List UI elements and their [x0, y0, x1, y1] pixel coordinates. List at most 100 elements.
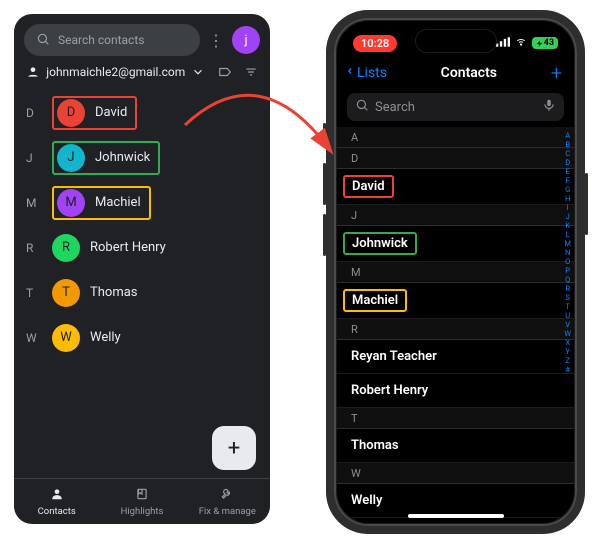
person-icon	[26, 64, 40, 80]
label-icon[interactable]	[218, 64, 232, 80]
search-placeholder: Search contacts	[58, 33, 144, 47]
contact-row[interactable]: Welly	[337, 484, 574, 518]
contact-avatar-chip: J	[57, 144, 85, 172]
search-input[interactable]: Search	[347, 93, 564, 121]
contact-avatar-chip: R	[52, 234, 80, 262]
index-letter[interactable]: F	[564, 176, 571, 185]
nav-label: Contacts	[38, 506, 76, 517]
index-letter[interactable]: T	[564, 302, 571, 311]
add-contact-fab[interactable]: +	[212, 426, 256, 470]
index-letter[interactable]: U	[564, 311, 571, 320]
index-letter[interactable]: B	[564, 140, 571, 149]
android-contacts-list: DDDavidJJJohnwickMMMachielRRRobert Henry…	[14, 90, 270, 478]
search-icon	[355, 98, 369, 116]
section-letter: J	[26, 151, 42, 165]
contact-row[interactable]: Johnwick	[337, 226, 574, 262]
index-letter[interactable]: E	[564, 167, 571, 176]
contact-row[interactable]: Robert Henry	[337, 374, 574, 408]
person-filled-icon	[50, 487, 64, 504]
mic-icon[interactable]	[542, 98, 556, 116]
index-letter[interactable]: G	[564, 185, 571, 194]
section-header: D	[337, 148, 574, 169]
back-button[interactable]: Lists	[345, 63, 387, 83]
section-letter: T	[26, 286, 42, 300]
home-indicator[interactable]	[408, 514, 504, 518]
nav-label: Highlights	[121, 506, 164, 517]
index-letter[interactable]: Z	[564, 356, 571, 365]
index-letter[interactable]: H	[564, 194, 571, 203]
search-icon	[36, 32, 50, 49]
section-index-scrubber[interactable]: ABCDEFGHIJKLMNOPQRSTUVWXYZ#	[564, 131, 571, 374]
contact-row[interactable]: Machiel	[337, 283, 574, 319]
back-label: Lists	[357, 65, 387, 81]
index-letter[interactable]: J	[564, 212, 571, 221]
contact-row[interactable]: Thomas	[337, 429, 574, 463]
section-header: W	[337, 463, 574, 484]
index-letter[interactable]: S	[564, 293, 571, 302]
add-contact-button[interactable]: +	[551, 61, 562, 85]
contact-row[interactable]: M M Machiel	[14, 180, 270, 225]
chevron-left-icon	[345, 63, 355, 83]
iphone-contacts-screen: 10:28 43 Lists Contac	[337, 21, 574, 523]
section-letter: R	[26, 241, 42, 255]
search-input[interactable]: Search contacts	[24, 24, 200, 56]
contact-row[interactable]: David	[337, 169, 574, 205]
android-bottom-nav: Contacts Highlights Fix & manage	[14, 478, 270, 524]
index-letter[interactable]: R	[564, 284, 571, 293]
contact-name: Thomas	[90, 285, 138, 300]
contact-row[interactable]: DDDavid	[14, 90, 270, 135]
index-letter[interactable]: K	[564, 221, 571, 230]
index-letter[interactable]: V	[564, 320, 571, 329]
index-letter[interactable]: P	[564, 266, 571, 275]
bookmark-icon	[135, 487, 149, 504]
filter-icon[interactable]	[244, 64, 258, 80]
account-row[interactable]: johnmaichle2@gmail.com	[14, 62, 270, 90]
overflow-menu-icon[interactable]: ⋮	[208, 31, 224, 50]
page-title: Contacts	[441, 65, 497, 81]
contact-avatar-chip: T	[52, 279, 80, 307]
index-letter[interactable]: D	[564, 158, 571, 167]
battery-icon: 43	[532, 37, 558, 49]
index-letter[interactable]: O	[564, 257, 571, 266]
status-time: 10:28	[353, 35, 397, 52]
contact-row[interactable]: WWWelly	[14, 315, 270, 360]
section-letter: M	[26, 196, 42, 210]
highlight-box: JJohnwick	[52, 141, 160, 175]
index-letter[interactable]: Q	[564, 275, 571, 284]
index-letter[interactable]: W	[564, 329, 571, 338]
section-header: R	[337, 319, 574, 340]
dynamic-island	[416, 30, 496, 52]
index-letter[interactable]: #	[564, 365, 571, 374]
index-letter[interactable]: M	[564, 239, 571, 248]
contact-name: Welly	[90, 330, 121, 345]
chevron-down-icon	[191, 64, 205, 80]
search-placeholder: Search	[375, 100, 536, 115]
index-letter[interactable]: L	[564, 230, 571, 239]
highlight-box: David	[343, 175, 394, 198]
section-header: A	[337, 127, 574, 148]
index-letter[interactable]: I	[564, 203, 571, 212]
nav-highlights[interactable]: Highlights	[99, 479, 184, 524]
wifi-icon	[514, 36, 528, 50]
contact-avatar-chip: M	[57, 189, 85, 217]
android-top-bar: Search contacts ⋮ j	[14, 14, 270, 62]
nav-fix-manage[interactable]: Fix & manage	[185, 479, 270, 524]
contact-avatar-chip: D	[57, 99, 85, 127]
contact-row[interactable]: TT Thomas	[14, 270, 270, 315]
iphone-frame: 10:28 43 Lists Contac	[326, 10, 585, 534]
index-letter[interactable]: A	[564, 131, 571, 140]
iphone-contacts-list: ADDavidJJohnwickMMachielRReyan TeacherRo…	[337, 127, 574, 518]
contact-name: Machiel	[95, 195, 141, 210]
nav-label: Fix & manage	[199, 506, 256, 517]
contact-avatar-chip: W	[52, 324, 80, 352]
nav-contacts[interactable]: Contacts	[14, 479, 99, 524]
android-contacts-screen: Search contacts ⋮ j johnmaichle2@gmail.c…	[14, 14, 270, 524]
index-letter[interactable]: C	[564, 149, 571, 158]
contact-row[interactable]: Reyan Teacher	[337, 340, 574, 374]
index-letter[interactable]: N	[564, 248, 571, 257]
contact-row[interactable]: JJJohnwick	[14, 135, 270, 180]
contact-row[interactable]: RRRobert Henry	[14, 225, 270, 270]
index-letter[interactable]: X	[564, 338, 571, 347]
index-letter[interactable]: Y	[564, 347, 571, 356]
account-avatar[interactable]: j	[232, 26, 260, 54]
